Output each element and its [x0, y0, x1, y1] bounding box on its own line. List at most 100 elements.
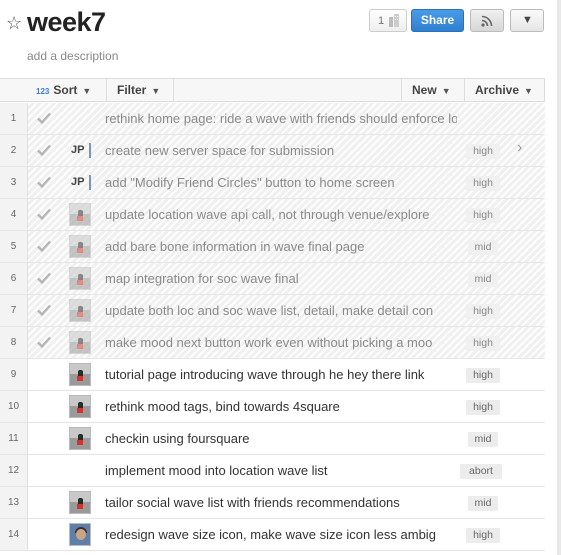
task-text[interactable]: rethink home page: ride a wave with frie…	[105, 103, 457, 134]
task-row[interactable]: 6 map integration for soc wave final mid	[0, 263, 545, 295]
task-text[interactable]: redesign wave size icon, make wave size …	[105, 519, 457, 550]
task-row[interactable]: 11 checkin using foursquare mid	[0, 423, 545, 455]
list-toolbar: 123 Sort ▼ Filter ▼ New ▼ Archive ▼	[0, 78, 545, 102]
avatar-accent	[77, 376, 83, 381]
row-number: 12	[0, 455, 28, 486]
follower-count[interactable]: 1	[369, 9, 407, 32]
avatar[interactable]	[69, 331, 91, 354]
checkmark-icon[interactable]	[36, 239, 52, 253]
chevron-down-icon: ▼	[82, 86, 92, 96]
task-text[interactable]: make mood next button work even without …	[105, 327, 457, 358]
checkmark-icon[interactable]	[36, 271, 52, 285]
priority-tag[interactable]: mid	[468, 240, 498, 255]
follower-count-number: 1	[378, 15, 385, 27]
avatar[interactable]	[69, 235, 91, 258]
avatar[interactable]	[69, 363, 91, 386]
filter-button[interactable]: Filter ▼	[107, 79, 174, 101]
priority-tag[interactable]: high	[466, 528, 500, 543]
task-text[interactable]: map integration for soc wave final	[105, 263, 457, 294]
task-row[interactable]: 14 redesign wave size icon, make wave siz…	[0, 519, 545, 551]
sort-button[interactable]: 123 Sort ▼	[28, 79, 107, 101]
task-text[interactable]: implement mood into location wave list	[105, 455, 457, 486]
priority-tag[interactable]: high	[466, 400, 500, 415]
task-text[interactable]: add "Modify Friend Circles" button to ho…	[105, 167, 457, 198]
task-row[interactable]: 10 rethink mood tags, bind towards 4squar…	[0, 391, 545, 423]
priority-tag[interactable]: high	[466, 336, 500, 351]
task-text[interactable]: rethink mood tags, bind towards 4square	[105, 391, 457, 422]
assignee-marker	[89, 143, 91, 158]
building-icon	[389, 14, 399, 27]
priority-tag[interactable]: mid	[468, 272, 498, 287]
list-menu-button[interactable]: ▼	[510, 9, 544, 32]
task-text[interactable]: tutorial page introducing wave through h…	[105, 359, 457, 390]
rss-button[interactable]	[470, 9, 504, 32]
task-text[interactable]: tailor social wave list with friends rec…	[105, 487, 457, 518]
priority-tag[interactable]: mid	[468, 496, 498, 511]
page-title[interactable]: week7	[27, 7, 106, 38]
checkmark-icon[interactable]	[36, 207, 52, 221]
avatar[interactable]	[69, 427, 91, 450]
task-row[interactable]: 8 make mood next button work even without…	[0, 327, 545, 359]
task-text[interactable]: update location wave api call, not throu…	[105, 199, 457, 230]
archive-button[interactable]: Archive ▼	[465, 79, 545, 101]
checkmark-icon[interactable]	[36, 143, 52, 157]
row-number: 11	[0, 423, 28, 454]
priority-tag[interactable]: high	[466, 208, 500, 223]
row-number: 8	[0, 327, 28, 358]
filter-label: Filter	[117, 83, 147, 97]
task-text[interactable]: create new server space for submission	[105, 135, 457, 166]
row-number: 6	[0, 263, 28, 294]
chevron-down-icon: ▼	[522, 14, 533, 26]
avatar[interactable]	[69, 267, 91, 290]
avatar[interactable]	[69, 203, 91, 226]
chevron-right-icon[interactable]: ›	[517, 139, 522, 157]
task-text[interactable]: update both loc and soc wave list, detai…	[105, 295, 457, 326]
priority-tag[interactable]: abort	[460, 464, 502, 479]
row-number: 13	[0, 487, 28, 518]
task-text[interactable]: add bare bone information in wave final …	[105, 231, 457, 262]
priority-tag[interactable]: high	[466, 368, 500, 383]
task-row[interactable]: 13 tailor social wave list with friends r…	[0, 487, 545, 519]
priority-tag[interactable]: high	[466, 144, 500, 159]
avatar-accent	[77, 440, 83, 445]
task-row[interactable]: 4 update location wave api call, not thro…	[0, 199, 545, 231]
task-row[interactable]: 2 JP create new server space for submissio…	[0, 135, 545, 167]
new-button[interactable]: New ▼	[401, 79, 465, 101]
task-row[interactable]: 5 add bare bone information in wave final…	[0, 231, 545, 263]
star-icon[interactable]: ☆	[6, 13, 22, 34]
avatar-accent	[77, 344, 83, 349]
task-row[interactable]: 7 update both loc and soc wave list, deta…	[0, 295, 545, 327]
checkmark-icon[interactable]	[36, 175, 52, 189]
checkmark-icon[interactable]	[36, 303, 52, 317]
priority-tag[interactable]: mid	[468, 432, 498, 447]
task-row[interactable]: 9 tutorial page introducing wave through …	[0, 359, 545, 391]
avatar[interactable]	[69, 395, 91, 418]
chevron-down-icon: ▼	[151, 86, 161, 96]
avatar[interactable]	[69, 491, 91, 514]
avatar-accent	[77, 280, 83, 285]
avatar-face	[76, 529, 86, 540]
description-field[interactable]: add a description	[27, 49, 118, 63]
assignee-initials[interactable]: JP	[71, 144, 84, 156]
avatar[interactable]	[69, 299, 91, 322]
share-button[interactable]: Share	[411, 9, 464, 32]
avatar-accent	[77, 216, 83, 221]
row-number: 7	[0, 295, 28, 326]
task-text[interactable]: checkin using foursquare	[105, 423, 457, 454]
avatar[interactable]	[69, 523, 91, 546]
assignee-marker	[89, 175, 91, 190]
row-number: 10	[0, 391, 28, 422]
assignee-initials[interactable]: JP	[71, 176, 84, 188]
rss-icon	[481, 15, 493, 27]
checkmark-icon[interactable]	[36, 335, 52, 349]
row-number: 14	[0, 519, 28, 550]
priority-tag[interactable]: high	[466, 176, 500, 191]
priority-tag[interactable]: high	[466, 304, 500, 319]
avatar-accent	[77, 248, 83, 253]
task-row[interactable]: 1 rethink home page: ride a wave with fri…	[0, 103, 545, 135]
checkmark-icon[interactable]	[36, 111, 52, 125]
task-row[interactable]: 3 JP add "Modify Friend Circles" button to…	[0, 167, 545, 199]
task-row[interactable]: 12 implement mood into location wave list…	[0, 455, 545, 487]
scrollbar[interactable]	[557, 0, 561, 555]
row-number: 4	[0, 199, 28, 230]
